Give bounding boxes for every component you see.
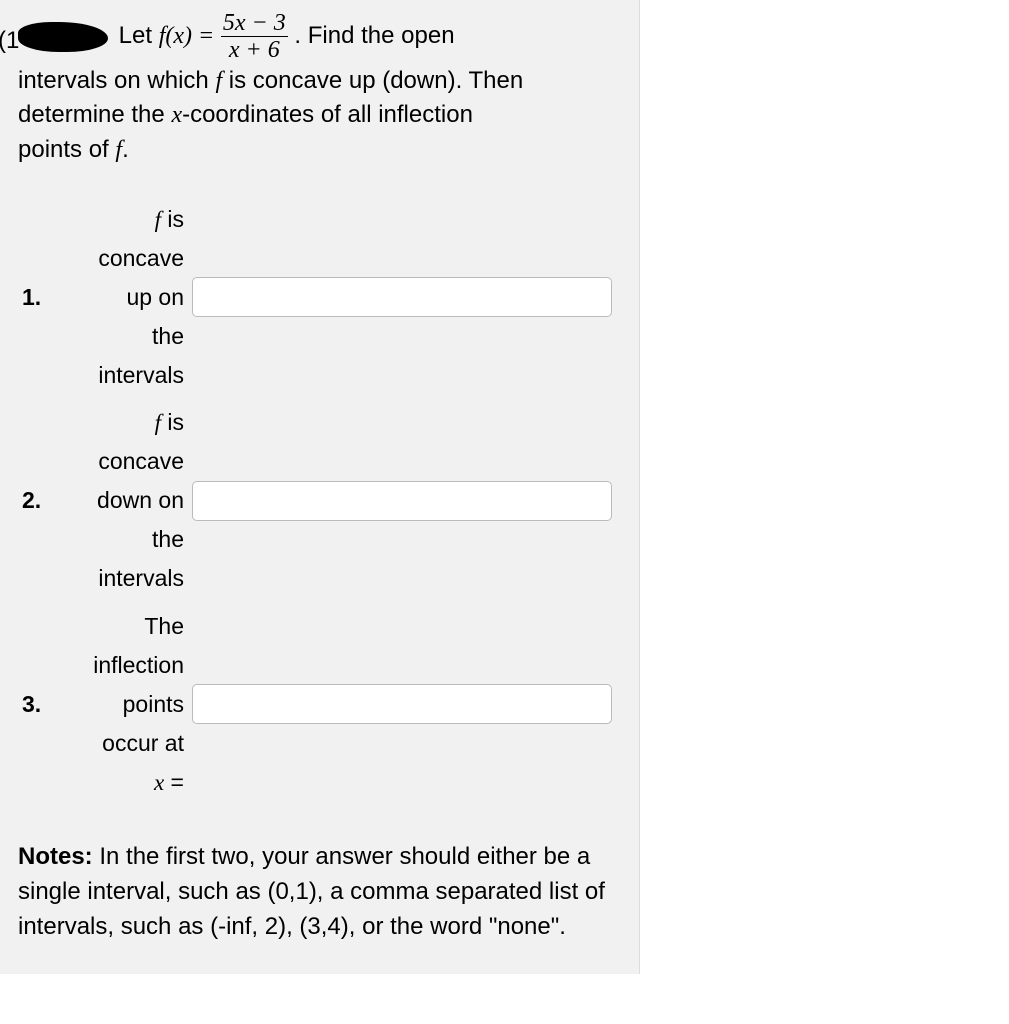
answer-row-3: 3. The inflection points occur at x = [18,603,621,806]
frac-denominator: x + 6 [221,37,288,63]
answer-row-1: 1. f is concave up on the intervals [18,196,621,399]
answer-row-2: 2. f is concave down on the intervals [18,399,621,602]
stem-period: . [122,136,129,163]
stem-let: Let [119,22,152,49]
problem-stem: Let f(x) = 5x − 3 x + 6 . Find the open … [18,10,621,168]
answer-input-1[interactable] [192,277,612,317]
answer-label-3: The inflection points occur at x = [60,603,188,806]
answer-number-3: 3. [18,603,60,806]
stem-fraction: 5x − 3 x + 6 [221,10,288,64]
redacted-points-badge [18,22,108,52]
answer-label-1: f is concave up on the intervals [60,196,188,399]
frac-numerator: 5x − 3 [221,10,288,37]
stem-line2a: intervals on which [18,67,209,94]
stem-line2b: is concave up (down). Then [229,67,523,94]
answer-number-2: 2. [18,399,60,602]
answer-input-2[interactable] [192,481,612,521]
stem-fx: f(x) = [159,23,215,49]
stem-after-frac: . Find the open [294,22,454,49]
stem-line4: points of [18,136,109,163]
answer-number-1: 1. [18,196,60,399]
notes-heading: Notes: [18,843,93,870]
stem-xcoords: -coordinates of all inflection [182,101,473,128]
stem-line3: determine the [18,101,165,128]
stem-f1: f [215,68,222,94]
answer-label-2: f is concave down on the intervals [60,399,188,602]
answer-input-3[interactable] [192,684,612,724]
notes-block: Notes: In the first two, your answer sho… [18,840,621,944]
answers-block: 1. f is concave up on the intervals 2. [18,196,621,806]
notes-body: In the first two, your answer should eit… [18,843,605,940]
